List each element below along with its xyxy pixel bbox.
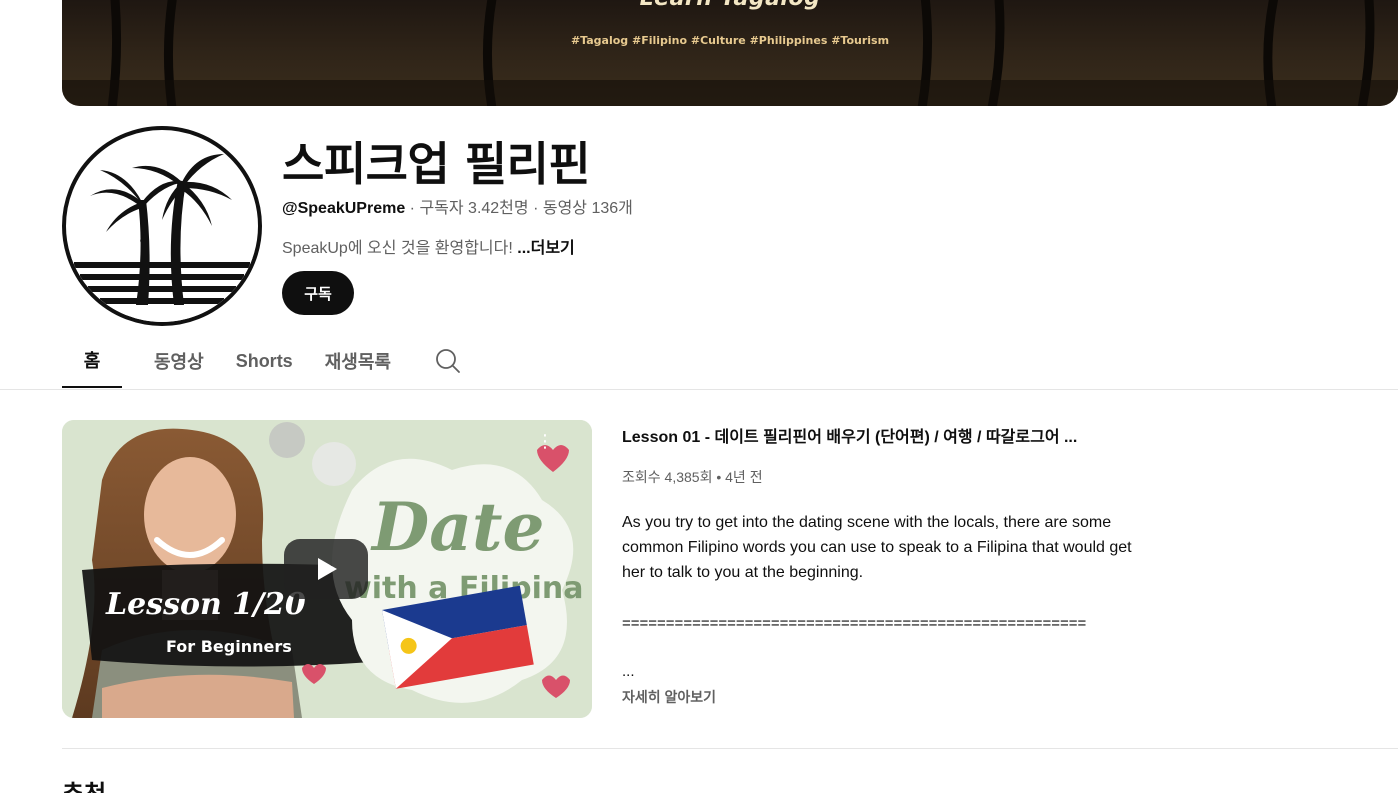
featured-video-description: As you try to get into the dating scene …	[622, 514, 1132, 581]
meta-separator: ·	[405, 200, 420, 217]
channel-page: Learn Tagalog #Tagalog #Filipino #Cultur…	[0, 0, 1398, 793]
kebab-icon[interactable]: ⋮	[536, 432, 554, 464]
description-rule: ========================================…	[622, 615, 1087, 632]
section-divider	[62, 748, 1398, 749]
view-count: 조회수 4,385회	[622, 469, 713, 485]
play-icon	[318, 558, 337, 580]
tab-playlists[interactable]: 재생목록	[325, 338, 391, 388]
channel-description[interactable]: SpeakUp에 오신 것을 환영합니다! ...더보기	[282, 234, 575, 258]
search-icon	[436, 349, 460, 373]
subscribe-button[interactable]: 구독	[282, 271, 354, 315]
video-count: 동영상 136개	[542, 200, 633, 217]
palm-tree-logo	[66, 154, 258, 322]
banner-title: Learn Tagalog	[62, 0, 1398, 11]
stats-separator: •	[712, 469, 726, 485]
palm-silhouettes	[62, 0, 1398, 106]
channel-meta: @SpeakUPreme · 구독자 3.42천명 · 동영상 136개	[282, 194, 633, 218]
learn-more-link[interactable]: 자세히 알아보기	[622, 687, 716, 707]
banner-tags: #Tagalog #Filipino #Culture #Philippines…	[570, 34, 890, 47]
thumb-level-text: For Beginners	[166, 637, 292, 656]
meta-separator: ·	[528, 200, 543, 217]
featured-video-title[interactable]: Lesson 01 - 데이트 필리핀어 배우기 (단어편) / 여행 / 따갈…	[622, 423, 1142, 447]
play-button[interactable]	[284, 539, 368, 599]
thumb-headline-1: Date	[370, 488, 544, 566]
channel-handle: @SpeakUPreme	[282, 200, 406, 217]
channel-tabs: 홈 동영상 Shorts 재생목록	[62, 338, 463, 390]
channel-avatar[interactable]	[62, 126, 262, 326]
tab-home[interactable]: 홈	[62, 338, 122, 388]
tabs-divider	[0, 389, 1398, 390]
featured-video-thumbnail[interactable]: Date with a Filipina Lesson 1/20 For Beg…	[62, 420, 592, 718]
recommended-section-title: 추천	[62, 774, 106, 793]
channel-name: 스피크업 필리핀	[282, 137, 591, 191]
tab-shorts[interactable]: Shorts	[236, 338, 293, 388]
more-link[interactable]: ...더보기	[517, 240, 575, 257]
description-ellipsis: ...	[622, 663, 635, 680]
thumb-lesson-text: Lesson 1/20	[105, 587, 306, 622]
upload-age: 4년 전	[725, 469, 763, 485]
subscriber-count: 구독자 3.42천명	[419, 200, 529, 217]
channel-banner: Learn Tagalog #Tagalog #Filipino #Cultur…	[62, 0, 1398, 106]
tab-videos[interactable]: 동영상	[154, 338, 204, 388]
tab-search[interactable]	[433, 338, 463, 388]
description-text: SpeakUp에 오신 것을 환영합니다!	[282, 240, 513, 257]
featured-video-stats: 조회수 4,385회 • 4년 전	[622, 467, 763, 487]
